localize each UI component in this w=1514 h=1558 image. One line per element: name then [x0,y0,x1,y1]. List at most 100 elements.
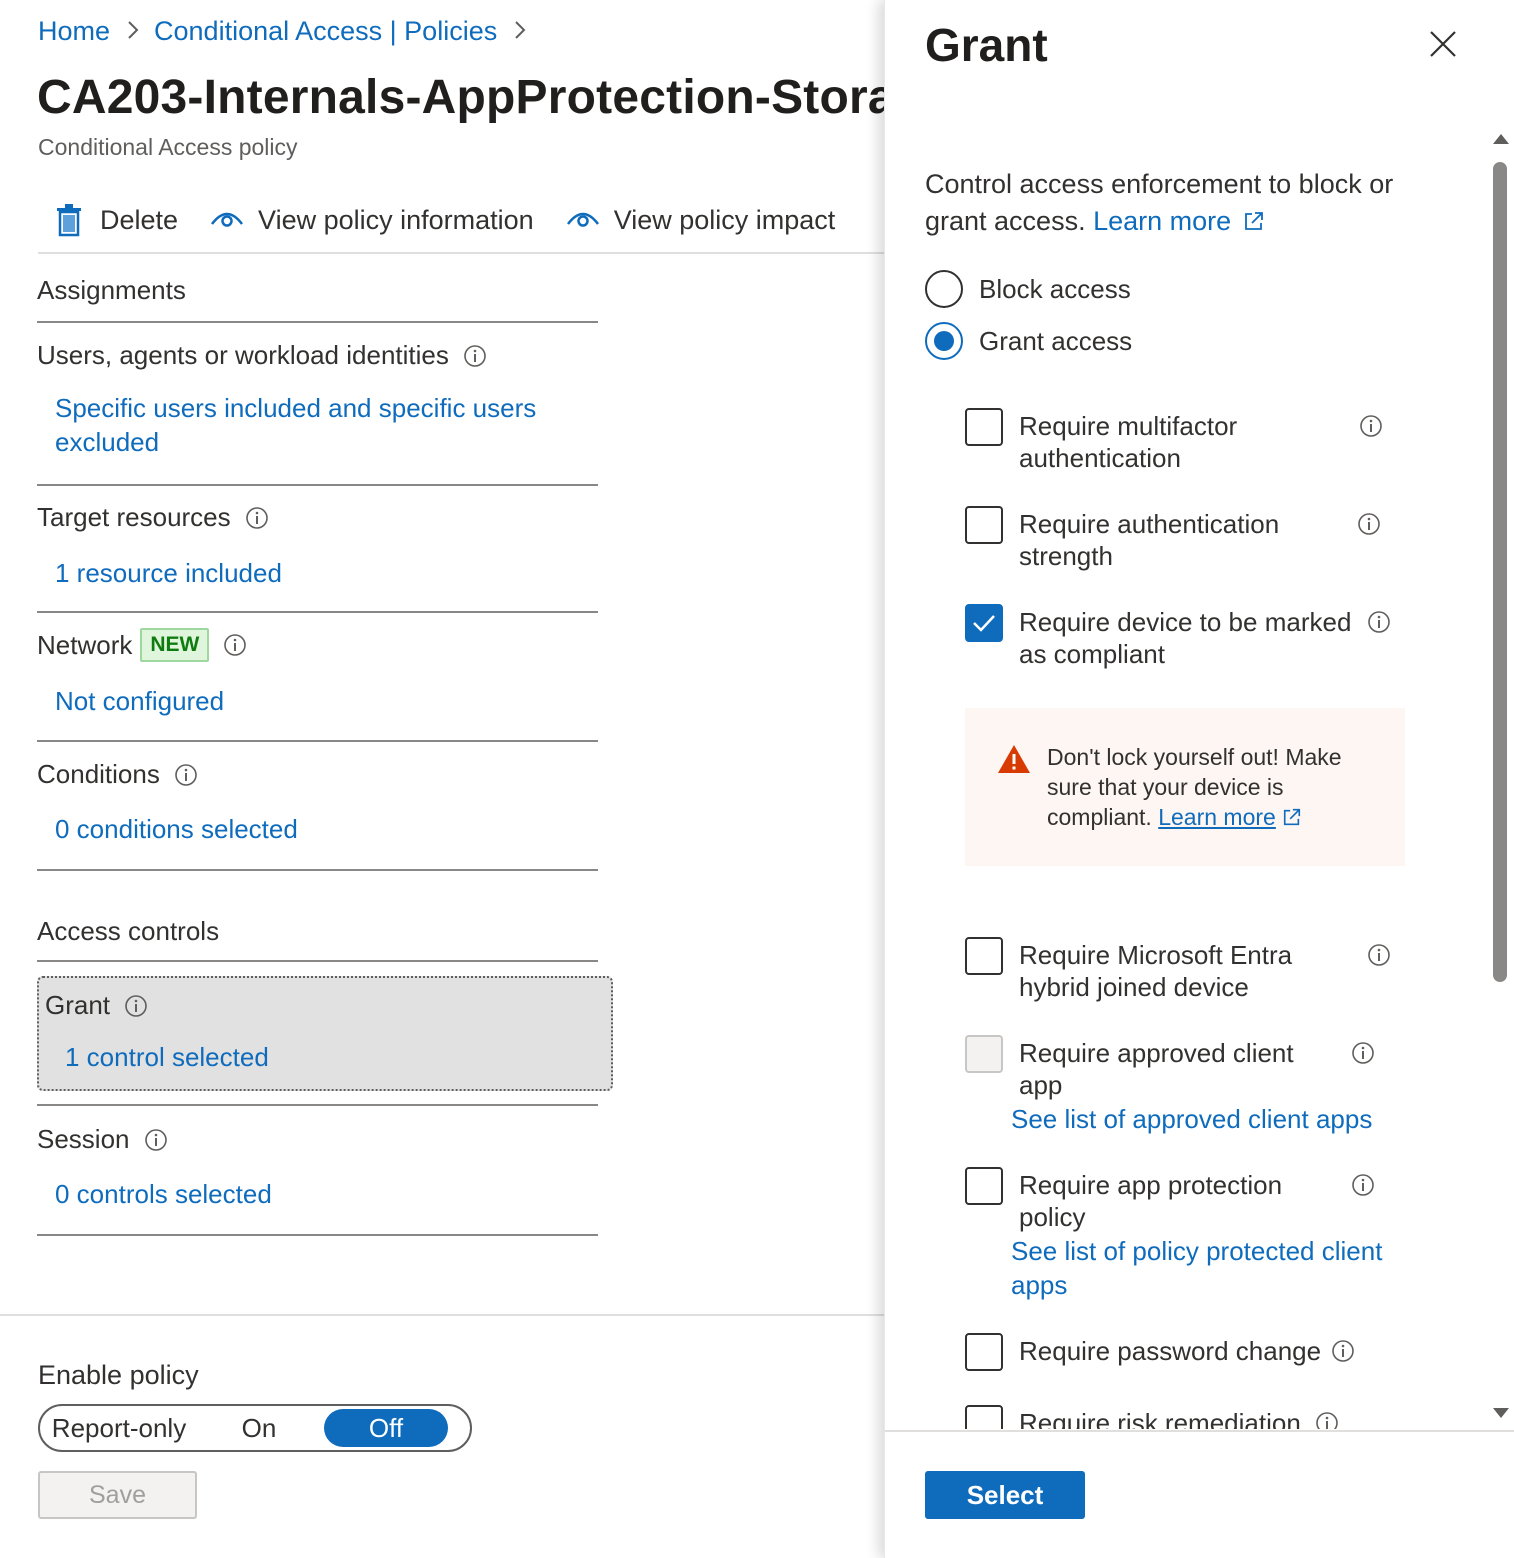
control-label: Require Microsoft Entra hybrid joined de… [1019,940,1293,1002]
divider [37,611,598,613]
footer-divider [0,1314,884,1316]
trash-icon [52,203,86,237]
block-access-label: Block access [979,273,1131,304]
breadcrumb-policies[interactable]: Conditional Access | Policies [154,16,497,46]
info-icon[interactable] [1359,414,1383,438]
checkbox-app-protection[interactable] [965,1167,1003,1205]
target-resources-label: Target resources [37,502,269,533]
control-label: Require approved client app [1019,1038,1294,1100]
warning-icon [997,744,1031,774]
warning-message: Don't lock yourself out! Make sure that … [965,708,1405,866]
session-value-link[interactable]: 0 controls selected [55,1177,272,1211]
view-policy-impact-button[interactable]: View policy impact [566,203,835,237]
panel-description: Control access enforcement to block or g… [925,169,1394,236]
scroll-down-icon[interactable] [1493,1408,1509,1418]
info-icon[interactable] [463,344,487,368]
users-value-link[interactable]: Specific users included and specific use… [55,391,555,459]
divider [37,1104,598,1106]
policy-protected-apps-link[interactable]: See list of policy protected client apps [1011,1234,1411,1302]
control-label: Require authentication strength [1019,509,1280,571]
block-access-radio[interactable]: Block access [925,270,1131,308]
info-icon[interactable] [124,994,148,1018]
checkbox-approved-client-app[interactable] [965,1035,1003,1073]
divider [37,960,598,962]
assignments-heading: Assignments [37,275,186,305]
panel-title: Grant [925,19,1048,71]
checkmark-icon [973,615,995,632]
divider [37,321,598,323]
control-label: Require password change [1019,1336,1322,1366]
breadcrumb-home[interactable]: Home [38,16,110,46]
breadcrumb: Home Conditional Access | Policies [38,16,541,47]
grant-access-radio[interactable]: Grant access [925,322,1132,360]
grant-value-link[interactable]: 1 control selected [65,1042,269,1073]
toolbar: Delete View policy information View poli… [52,198,867,242]
session-label: Session [37,1124,168,1155]
conditions-value-link[interactable]: 0 conditions selected [55,812,298,846]
users-field-label: Users, agents or workload identities [37,340,487,371]
info-icon[interactable] [174,763,198,787]
network-value-link[interactable]: Not configured [55,684,224,718]
info-icon[interactable] [1367,943,1391,967]
control-label: Require multifactor authentication [1019,411,1238,473]
enable-policy-toggle: Report-only On Off [38,1404,472,1452]
select-button[interactable]: Select [925,1471,1085,1519]
control-label: Require device to be marked as compliant [1019,607,1352,669]
checkbox-mfa[interactable] [965,408,1003,446]
info-icon[interactable] [1351,1173,1375,1197]
conditions-label: Conditions [37,759,198,790]
checkbox-password-change[interactable] [965,1333,1003,1371]
radio-unchecked [925,270,963,308]
toggle-off[interactable]: Off [324,1409,448,1447]
warning-learn-more-link[interactable]: Learn more [1158,804,1276,830]
panel-footer-divider [885,1430,1514,1432]
approved-client-apps-link[interactable]: See list of approved client apps [1011,1102,1391,1136]
chevron-right-icon [513,19,527,47]
info-icon[interactable] [245,506,269,530]
view-policy-information-label: View policy information [258,204,534,235]
clip-area: Require risk remediation [885,1395,1485,1429]
info-icon[interactable] [1315,1411,1339,1429]
toolbar-divider [38,252,884,254]
close-icon[interactable] [1425,26,1461,62]
chevron-right-icon [126,19,140,47]
scroll-up-icon[interactable] [1493,134,1509,144]
checkbox-compliant-device[interactable] [965,604,1003,642]
toggle-report-only[interactable]: Report-only [44,1409,194,1447]
grant-control-selected[interactable]: Grant 1 control selected [37,976,613,1091]
control-label: Require app protection policy [1019,1170,1283,1232]
eye-icon [566,203,600,237]
info-icon[interactable] [144,1128,168,1152]
toggle-on[interactable]: On [194,1409,324,1447]
control-label: Require risk remediation [1019,1408,1301,1429]
info-icon[interactable] [1331,1339,1355,1363]
divider [37,484,598,486]
info-icon[interactable] [223,633,247,657]
info-icon[interactable] [1367,610,1391,634]
network-label: Network NEW [37,628,247,662]
checkbox-risk-remediation[interactable] [965,1405,1003,1429]
external-link-icon [1282,804,1302,834]
checkbox-auth-strength[interactable] [965,506,1003,544]
save-button[interactable]: Save [38,1471,197,1519]
info-icon[interactable] [1357,512,1381,536]
divider [37,1234,598,1236]
page-title: CA203-Internals-AppProtection-Storag [37,71,884,124]
view-policy-information-button[interactable]: View policy information [210,203,534,237]
new-badge: NEW [140,628,210,662]
external-link-icon [1243,205,1265,230]
delete-button[interactable]: Delete [52,203,178,237]
page-subtitle: Conditional Access policy [38,134,298,160]
grant-panel: Grant Control access enforcement to bloc… [884,0,1514,1558]
enable-policy-label: Enable policy [38,1360,199,1390]
scroll-thumb[interactable] [1493,162,1507,982]
delete-label: Delete [100,204,179,235]
access-controls-heading: Access controls [37,916,220,946]
info-icon[interactable] [1351,1041,1375,1065]
warning-text: Don't lock yourself out! Make sure that … [1047,742,1387,834]
eye-icon [210,203,244,237]
target-resources-value-link[interactable]: 1 resource included [55,556,282,590]
checkbox-hybrid-joined[interactable] [965,937,1003,975]
learn-more-link[interactable]: Learn more [1093,206,1231,236]
scrollbar[interactable] [1489,130,1511,1430]
